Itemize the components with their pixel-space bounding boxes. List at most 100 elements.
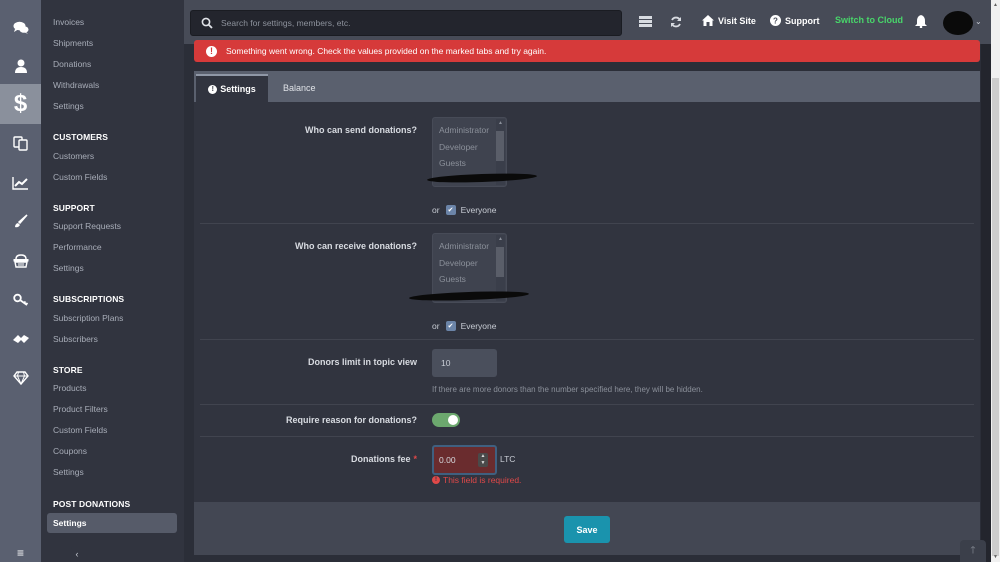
support-link[interactable]: ? Support — [770, 15, 820, 26]
nav-link-customers[interactable]: Customers — [53, 151, 94, 161]
number-spinner[interactable]: ▲ ▼ — [478, 453, 488, 467]
send-everyone-label[interactable]: Everyone — [461, 205, 497, 215]
chevron-left-icon: ‹ — [75, 549, 79, 559]
browser-scroll-thumb[interactable] — [992, 78, 999, 556]
copy-pages-icon — [13, 136, 28, 151]
top-bar: Visit Site ? Support Switch to Cloud ⌄ — [184, 0, 991, 44]
svg-text:?: ? — [773, 17, 778, 26]
donors-limit-hint: If there are more donors than the number… — [432, 385, 703, 394]
chat-bubbles-icon — [13, 21, 28, 34]
search-box[interactable] — [190, 10, 622, 36]
tab-balance[interactable]: Balance — [283, 74, 316, 102]
require-reason-label: Require reason for donations? — [285, 415, 417, 425]
paintbrush-icon — [15, 214, 28, 228]
nav-link-product-filters[interactable]: Product Filters — [53, 404, 108, 414]
rail-item-customization[interactable] — [0, 202, 41, 241]
nav-link-products[interactable]: Products — [53, 383, 87, 393]
save-button[interactable]: Save — [564, 516, 610, 543]
scroll-up-arrow-icon[interactable]: ▲ — [498, 236, 503, 242]
rail-item-analytics[interactable] — [0, 163, 41, 202]
required-marker: * — [413, 454, 417, 464]
tab-balance-label: Balance — [283, 83, 316, 93]
rail-item-premium[interactable] — [0, 358, 41, 397]
require-reason-toggle[interactable] — [432, 413, 460, 427]
receive-everyone-row: or ✔ Everyone — [432, 321, 496, 331]
visit-site-link[interactable]: Visit Site — [702, 15, 756, 26]
fee-unit: LTC — [500, 454, 516, 464]
switch-to-cloud-link[interactable]: Switch to Cloud — [835, 15, 903, 25]
row-divider — [200, 404, 974, 405]
chevron-down-icon[interactable]: ⌄ — [975, 17, 982, 26]
bell-icon — [915, 15, 927, 28]
listbox-scroll-thumb[interactable] — [496, 247, 504, 277]
nav-link-withdrawals[interactable]: Withdrawals — [53, 80, 99, 90]
donors-limit-label: Donors limit in topic view — [307, 357, 417, 367]
donors-limit-input[interactable] — [432, 349, 497, 377]
send-donations-label: Who can send donations? — [305, 125, 417, 135]
server-icon — [639, 16, 652, 27]
nav-link-support-settings[interactable]: Settings — [53, 263, 84, 273]
user-avatar[interactable] — [943, 11, 973, 35]
nav-link-subscribers[interactable]: Subscribers — [53, 334, 98, 344]
fee-error-message: ! This field is required. — [432, 475, 521, 485]
nav-link-coupons[interactable]: Coupons — [53, 446, 87, 456]
toggle-knob — [448, 415, 458, 425]
rail-item-system[interactable] — [0, 280, 41, 319]
nav-link-donations[interactable]: Donations — [53, 59, 91, 69]
basket-icon — [13, 253, 28, 268]
rail-item-pages[interactable] — [0, 124, 41, 163]
send-everyone-checkbox[interactable]: ✔ — [445, 205, 456, 215]
collapse-sidebar-button[interactable]: ‹ — [71, 546, 83, 562]
row-divider — [200, 223, 974, 224]
content-scrollbar[interactable] — [981, 44, 991, 562]
listbox-scroll-thumb[interactable] — [496, 131, 504, 161]
tab-settings[interactable]: ! Settings — [196, 74, 268, 102]
browser-scrollbar[interactable]: ▲ ▼ — [991, 0, 1000, 562]
question-circle-icon: ? — [770, 15, 781, 26]
scroll-to-top-button[interactable]: 🡑 — [960, 540, 986, 562]
rail-item-deals[interactable] — [0, 319, 41, 358]
search-input[interactable] — [221, 18, 601, 28]
menu-toggle-button[interactable]: ≡ — [0, 544, 41, 562]
alert-message: Something went wrong. Check the values p… — [226, 46, 547, 56]
user-icon — [14, 59, 27, 73]
home-icon — [702, 15, 714, 26]
scroll-up-arrow-icon[interactable]: ▲ — [992, 2, 999, 8]
server-status-button[interactable] — [639, 16, 656, 27]
exclamation-circle-icon: ! — [432, 476, 440, 484]
refresh-button[interactable] — [670, 16, 686, 28]
menu-icon: ≡ — [16, 546, 24, 560]
nav-link-store-settings[interactable]: Settings — [53, 467, 84, 477]
send-everyone-row: or ✔ Everyone — [432, 205, 496, 215]
nav-link-store-custom-fields[interactable]: Custom Fields — [53, 425, 107, 435]
rail-item-marketplace[interactable] — [0, 241, 41, 280]
exclamation-circle-icon: ! — [208, 84, 218, 94]
tab-bar: ! Settings Balance — [194, 71, 980, 102]
nav-group-store: STORE — [53, 365, 83, 375]
notifications-button[interactable] — [915, 15, 931, 28]
nav-group-support: SUPPORT — [53, 203, 95, 213]
scroll-down-arrow-icon[interactable]: ▼ — [992, 554, 999, 560]
receive-everyone-checkbox[interactable]: ✔ — [445, 321, 456, 331]
row-divider — [200, 339, 974, 340]
or-text: or — [432, 205, 440, 215]
receive-everyone-label[interactable]: Everyone — [461, 321, 497, 331]
nav-link-performance[interactable]: Performance — [53, 242, 102, 252]
nav-link-commerce-settings[interactable]: Settings — [53, 101, 84, 111]
nav-link-support-requests[interactable]: Support Requests — [53, 221, 121, 231]
nav-link-invoices[interactable]: Invoices — [53, 17, 84, 27]
donations-fee-input[interactable] — [439, 447, 479, 473]
nav-link-shipments[interactable]: Shipments — [53, 38, 93, 48]
donations-fee-field[interactable]: ▲▼ — [432, 445, 497, 475]
icon-rail: $ ≡ — [0, 0, 41, 562]
nav-link-post-donations-settings[interactable]: Settings — [47, 513, 177, 533]
refresh-icon — [671, 16, 681, 28]
rail-item-community[interactable] — [0, 8, 41, 47]
error-alert: ! Something went wrong. Check the values… — [194, 40, 980, 62]
nav-link-customer-custom-fields[interactable]: Custom Fields — [53, 172, 107, 182]
scroll-up-arrow-icon[interactable]: ▲ — [498, 120, 503, 126]
app-window: $ ≡ Invoices Shipments Donations Withdra… — [0, 0, 991, 562]
nav-link-subscription-plans[interactable]: Subscription Plans — [53, 313, 123, 323]
rail-item-members[interactable] — [0, 46, 41, 85]
rail-item-commerce[interactable]: $ — [0, 84, 41, 124]
